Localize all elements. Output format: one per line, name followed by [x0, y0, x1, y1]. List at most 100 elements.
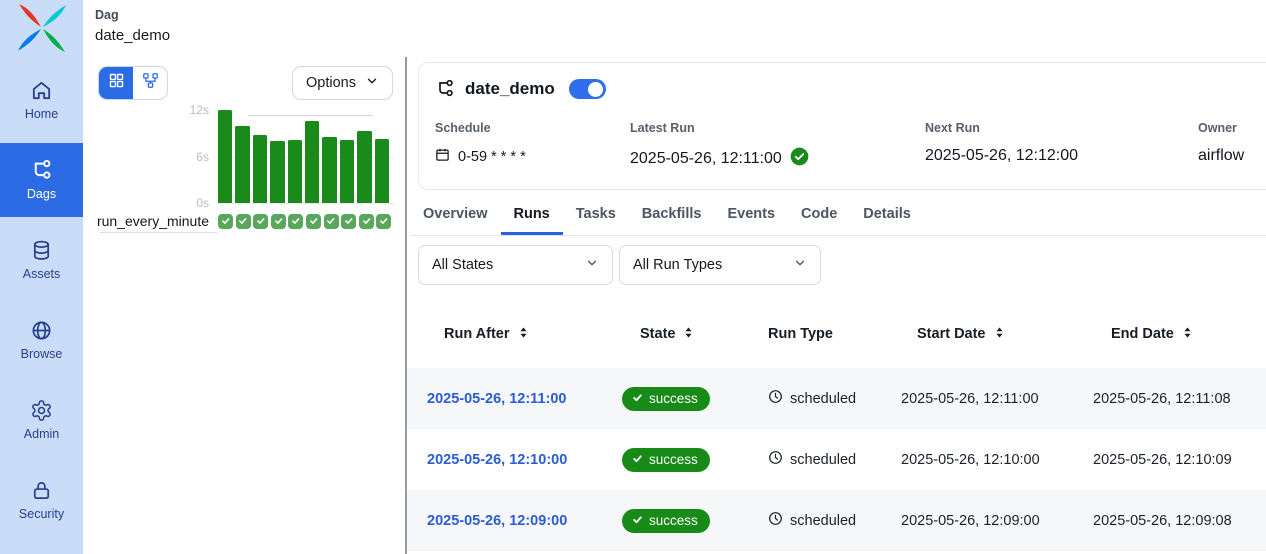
run-after-link[interactable]: 2025-05-26, 12:11:00 [427, 391, 566, 407]
sidebar-item-label: Home [25, 107, 58, 121]
meta-next-run-text: 2025-05-26, 12:12:00 [925, 147, 1078, 165]
duration-bar[interactable] [270, 141, 284, 203]
check-icon [274, 213, 284, 231]
dag-header-card: date_demo Schedule0-59 * * * *Latest Run… [418, 62, 1266, 190]
duration-bar[interactable] [253, 135, 267, 203]
sidebar-item-dags[interactable]: Dags [0, 143, 83, 217]
meta-next-run-label: Next Run [925, 121, 1198, 135]
column-header-end-date[interactable]: End Date [1093, 326, 1266, 343]
duration-bar[interactable] [322, 137, 336, 203]
y-axis-tick: 0s [196, 196, 209, 210]
task-state-success[interactable] [324, 214, 339, 229]
state-badge-label: success [649, 452, 698, 467]
table-row: 2025-05-26, 12:11:00 success scheduled 2025… [407, 368, 1266, 429]
meta-owner-text: airflow [1198, 147, 1244, 165]
task-state-success[interactable] [271, 214, 286, 229]
duration-bar[interactable] [235, 126, 249, 203]
check-icon [326, 213, 336, 231]
tab-details[interactable]: Details [850, 203, 924, 235]
sidebar-item-browse[interactable]: Browse [0, 307, 83, 373]
task-state-success[interactable] [376, 214, 391, 229]
task-state-success[interactable] [306, 214, 321, 229]
task-state-success[interactable] [341, 214, 356, 229]
run-filters: All States All Run Types [418, 245, 1266, 285]
task-state-success[interactable] [288, 214, 303, 229]
y-axis-tick: 12s [190, 103, 209, 117]
duration-bars [218, 110, 394, 203]
tab-backfills[interactable]: Backfills [629, 203, 715, 235]
sidebar-item-home[interactable]: Home [0, 67, 83, 133]
tab-overview[interactable]: Overview [410, 203, 501, 235]
meta-schedule-text: 0-59 * * * * [458, 149, 526, 165]
check-icon [221, 213, 231, 231]
state-badge: success [622, 387, 710, 411]
column-header-run-after[interactable]: Run After [418, 326, 615, 343]
sidebar-item-admin[interactable]: Admin [0, 387, 83, 453]
tab-events[interactable]: Events [714, 203, 788, 235]
tab-tasks[interactable]: Tasks [563, 203, 629, 235]
options-button-label: Options [306, 75, 356, 91]
tab-code[interactable]: Code [788, 203, 850, 235]
duration-bar[interactable] [357, 131, 371, 203]
duration-bar[interactable] [288, 140, 302, 203]
globe-icon [30, 319, 53, 342]
run-type: scheduled [768, 389, 856, 408]
column-header-state[interactable]: State [615, 326, 746, 343]
task-instance-states [218, 214, 391, 229]
column-header-label: End Date [1111, 326, 1174, 342]
chevron-down-icon [365, 74, 379, 92]
task-state-success[interactable] [236, 214, 251, 229]
duration-bar[interactable] [218, 110, 232, 203]
sidebar-item-label: Security [19, 507, 64, 521]
task-state-success[interactable] [253, 214, 268, 229]
duration-bar[interactable] [305, 121, 319, 203]
sidebar-item-label: Dags [27, 187, 56, 201]
tab-bar: OverviewRunsTasksBackfillsEventsCodeDeta… [410, 203, 1266, 236]
sidebar-item-label: Browse [21, 347, 63, 361]
state-filter-select[interactable]: All States [418, 245, 613, 285]
gridline-0s [218, 203, 394, 204]
end-date: 2025-05-26, 12:09:08 [1093, 513, 1232, 529]
run-after-link[interactable]: 2025-05-26, 12:09:00 [427, 513, 567, 529]
column-header-label: Run After [444, 326, 510, 342]
database-icon [30, 239, 53, 262]
state-cell: success [615, 509, 746, 533]
grid-view-button[interactable] [99, 67, 133, 99]
meta-owner-label: Owner [1198, 121, 1266, 135]
check-icon [256, 213, 266, 231]
meta-owner: Owner airflow [1198, 121, 1266, 171]
check-circle-icon [790, 147, 809, 171]
column-header-label: Run Type [768, 326, 833, 342]
task-row-divider [100, 232, 217, 233]
run-after-link[interactable]: 2025-05-26, 12:10:00 [427, 452, 567, 468]
options-button[interactable]: Options [292, 66, 393, 100]
dag-detail-panel: date_demo Schedule0-59 * * * *Latest Run… [407, 60, 1266, 554]
dag-pause-toggle[interactable] [569, 79, 606, 99]
page-header: Dag date_demo [83, 0, 1266, 60]
state-badge-label: success [649, 391, 698, 406]
duration-bar[interactable] [340, 140, 354, 203]
runs-table-body: 2025-05-26, 12:11:00 success scheduled 2025… [407, 368, 1266, 551]
task-state-success[interactable] [218, 214, 233, 229]
meta-latest-run: Latest Run2025-05-26, 12:11:00 [630, 121, 925, 171]
select-value: All Run Types [633, 257, 722, 273]
sidebar-item-label: Admin [24, 427, 59, 441]
graph-view-button[interactable] [133, 67, 167, 99]
table-row: 2025-05-26, 12:09:00successscheduled2025… [407, 490, 1266, 551]
y-axis-tick: 6s [196, 150, 209, 164]
grid-icon [108, 72, 125, 94]
tab-runs[interactable]: Runs [501, 203, 563, 235]
check-icon [632, 391, 643, 406]
sidebar-item-assets[interactable]: Assets [0, 227, 83, 293]
sort-icon [517, 326, 530, 343]
end-date: 2025-05-26, 12:11:08 [1093, 391, 1231, 407]
graph-icon [142, 72, 159, 94]
meta-latest-run-value: 2025-05-26, 12:11:00 [630, 147, 925, 171]
start-date-cell: 2025-05-26, 12:11:00 [880, 391, 1093, 407]
run-type-filter-select[interactable]: All Run Types [619, 245, 821, 285]
task-state-success[interactable] [359, 214, 374, 229]
duration-bar[interactable] [375, 139, 389, 203]
column-header-start-date[interactable]: Start Date [880, 326, 1093, 343]
sidebar-item-security[interactable]: Security [0, 467, 83, 533]
clock-icon [768, 389, 783, 408]
